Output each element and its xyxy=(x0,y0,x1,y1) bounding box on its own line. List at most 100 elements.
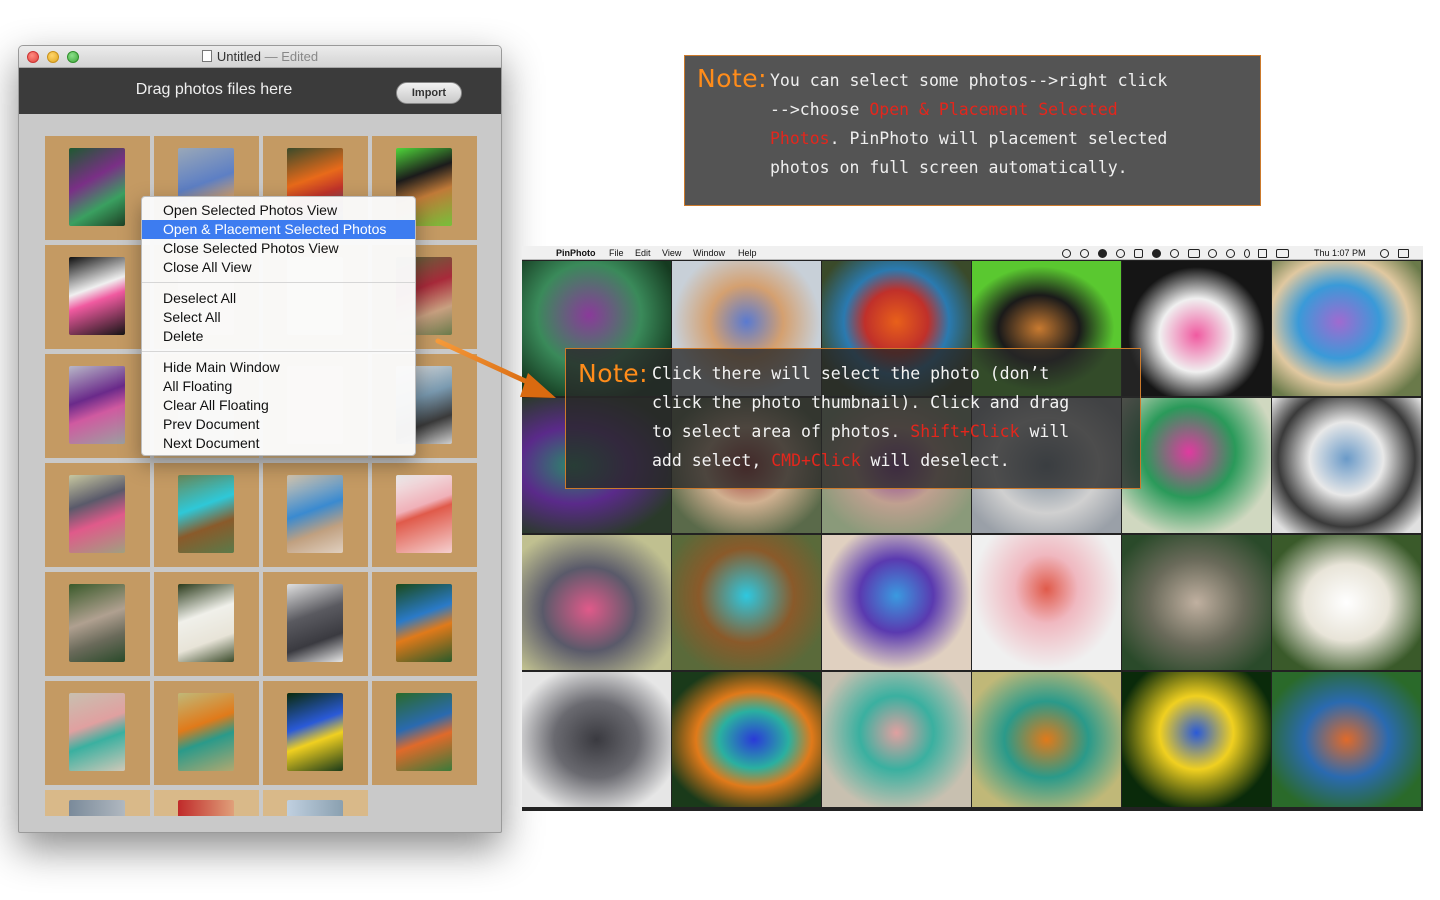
menu-separator xyxy=(142,351,415,352)
note-highlight: Photos xyxy=(770,129,830,148)
thumbnail-cell[interactable] xyxy=(154,463,259,567)
photo-tile[interactable] xyxy=(1272,398,1421,533)
thumbnail-cell[interactable] xyxy=(263,572,368,676)
photo-wall[interactable] xyxy=(522,261,1423,809)
menubar-clock[interactable]: Thu 1:07 PM xyxy=(1314,248,1366,258)
menubar-edit[interactable]: Edit xyxy=(635,248,651,258)
photo-tile[interactable] xyxy=(1272,261,1421,396)
thumbnail-cell[interactable] xyxy=(372,681,477,785)
thumbnail-photo[interactable] xyxy=(178,693,234,771)
photo-tile[interactable] xyxy=(672,672,821,807)
thumbnail-photo[interactable] xyxy=(396,584,452,662)
menu-open-placement-selected-photos[interactable]: Open & Placement Selected Photos xyxy=(142,220,415,239)
menu-next-document[interactable]: Next Document xyxy=(142,434,415,453)
photo-tile[interactable] xyxy=(1272,535,1421,670)
photo-tile[interactable] xyxy=(822,535,971,670)
thumbnail-photo[interactable] xyxy=(178,800,234,816)
thumbnail-photo[interactable] xyxy=(69,693,125,771)
menubar-window[interactable]: Window xyxy=(693,248,725,258)
thumbnail-cell[interactable] xyxy=(45,463,150,567)
thumbnail-photo[interactable] xyxy=(69,366,125,444)
thumbnail-cell[interactable] xyxy=(154,572,259,676)
menu-clear-all-floating[interactable]: Clear All Floating xyxy=(142,396,415,415)
thumbnail-cell[interactable] xyxy=(45,681,150,785)
thumbnail-cell[interactable] xyxy=(45,790,150,816)
notification-center-icon[interactable] xyxy=(1398,249,1409,258)
photo-tile[interactable] xyxy=(1122,261,1271,396)
thumbnail-cell[interactable] xyxy=(45,354,150,458)
import-button[interactable]: Import xyxy=(396,82,462,104)
thumbnail-photo[interactable] xyxy=(69,257,125,335)
status-icon[interactable] xyxy=(1062,249,1071,258)
thumbnail-cell[interactable] xyxy=(45,136,150,240)
spotlight-icon[interactable] xyxy=(1380,249,1389,258)
note-line: -->choose Open & Placement Selected xyxy=(770,100,1118,119)
thumbnail-photo[interactable] xyxy=(396,693,452,771)
photo-tile[interactable] xyxy=(1272,672,1421,807)
thumbnail-photo[interactable] xyxy=(287,584,343,662)
title-bar[interactable]: Untitled — Edited xyxy=(19,46,501,68)
thumbnail-cell[interactable] xyxy=(45,245,150,349)
thumbnail-photo[interactable] xyxy=(69,475,125,553)
note-text: . PinPhoto will placement selected xyxy=(829,129,1168,148)
menubar-help[interactable]: Help xyxy=(738,248,757,258)
thumbnail-cell[interactable] xyxy=(263,681,368,785)
menu-delete[interactable]: Delete xyxy=(142,327,415,346)
thumbnail-cell[interactable] xyxy=(263,790,368,816)
menu-hide-main-window[interactable]: Hide Main Window xyxy=(142,358,415,377)
time-machine-icon[interactable] xyxy=(1226,249,1235,258)
status-icon[interactable] xyxy=(1080,249,1089,258)
thumbnail-photo[interactable] xyxy=(69,584,125,662)
thumbnail-photo[interactable] xyxy=(287,693,343,771)
menu-separator xyxy=(142,282,415,283)
status-icon[interactable] xyxy=(1134,249,1143,258)
battery-icon[interactable] xyxy=(1276,249,1289,258)
menu-prev-document[interactable]: Prev Document xyxy=(142,415,415,434)
wifi-icon[interactable] xyxy=(1208,249,1217,258)
menu-deselect-all[interactable]: Deselect All xyxy=(142,289,415,308)
thumbnail-photo[interactable] xyxy=(69,800,125,816)
volume-icon[interactable] xyxy=(1258,249,1267,258)
photo-tile[interactable] xyxy=(522,535,671,670)
note-box-selection: Note: Click there will select the photo … xyxy=(565,348,1141,489)
photo-tile[interactable] xyxy=(972,535,1121,670)
thumbnail-photo[interactable] xyxy=(178,584,234,662)
photo-tile[interactable] xyxy=(522,672,671,807)
status-icon[interactable] xyxy=(1116,249,1125,258)
menu-all-floating[interactable]: All Floating xyxy=(142,377,415,396)
photo-tile[interactable] xyxy=(972,672,1121,807)
menu-close-selected-photos-view[interactable]: Close Selected Photos View xyxy=(142,239,415,258)
menu-close-all-view[interactable]: Close All View xyxy=(142,258,415,277)
photo-tile[interactable] xyxy=(1122,398,1271,533)
thumbnail-cell[interactable] xyxy=(45,572,150,676)
thumbnail-photo[interactable] xyxy=(287,475,343,553)
status-icon[interactable] xyxy=(1188,249,1200,258)
thumbnail-photo[interactable] xyxy=(69,148,125,226)
thumbnail-cell[interactable] xyxy=(372,572,477,676)
menubar-view[interactable]: View xyxy=(662,248,681,258)
thumbnail-cell[interactable] xyxy=(263,463,368,567)
menu-open-selected-photos-view[interactable]: Open Selected Photos View xyxy=(142,201,415,220)
drag-photos-label: Drag photos files here xyxy=(135,81,293,98)
photo-tile[interactable] xyxy=(822,672,971,807)
menubar-file[interactable]: File xyxy=(609,248,624,258)
menubar-app-name[interactable]: PinPhoto xyxy=(556,248,596,258)
photo-tile[interactable] xyxy=(1122,535,1271,670)
thumbnail-photo[interactable] xyxy=(178,475,234,553)
thumbnail-cell[interactable] xyxy=(372,463,477,567)
bluetooth-icon[interactable] xyxy=(1244,249,1250,258)
note-line: Photos. PinPhoto will placement selected xyxy=(770,129,1167,148)
note-text: add select, xyxy=(652,451,772,470)
thumbnail-photo[interactable] xyxy=(396,475,452,553)
context-menu: Open Selected Photos View Open & Placeme… xyxy=(141,196,416,456)
thumbnail-cell[interactable] xyxy=(154,681,259,785)
thumbnail-photo[interactable] xyxy=(287,800,343,816)
photo-tile[interactable] xyxy=(672,535,821,670)
photo-tile[interactable] xyxy=(1122,672,1271,807)
status-icon[interactable] xyxy=(1098,249,1107,258)
thumbnail-cell[interactable] xyxy=(154,790,259,816)
note-box-placement: Note: You can select some photos-->right… xyxy=(684,55,1261,206)
status-icon[interactable] xyxy=(1170,249,1179,258)
status-icon[interactable] xyxy=(1152,249,1161,258)
menu-select-all[interactable]: Select All xyxy=(142,308,415,327)
